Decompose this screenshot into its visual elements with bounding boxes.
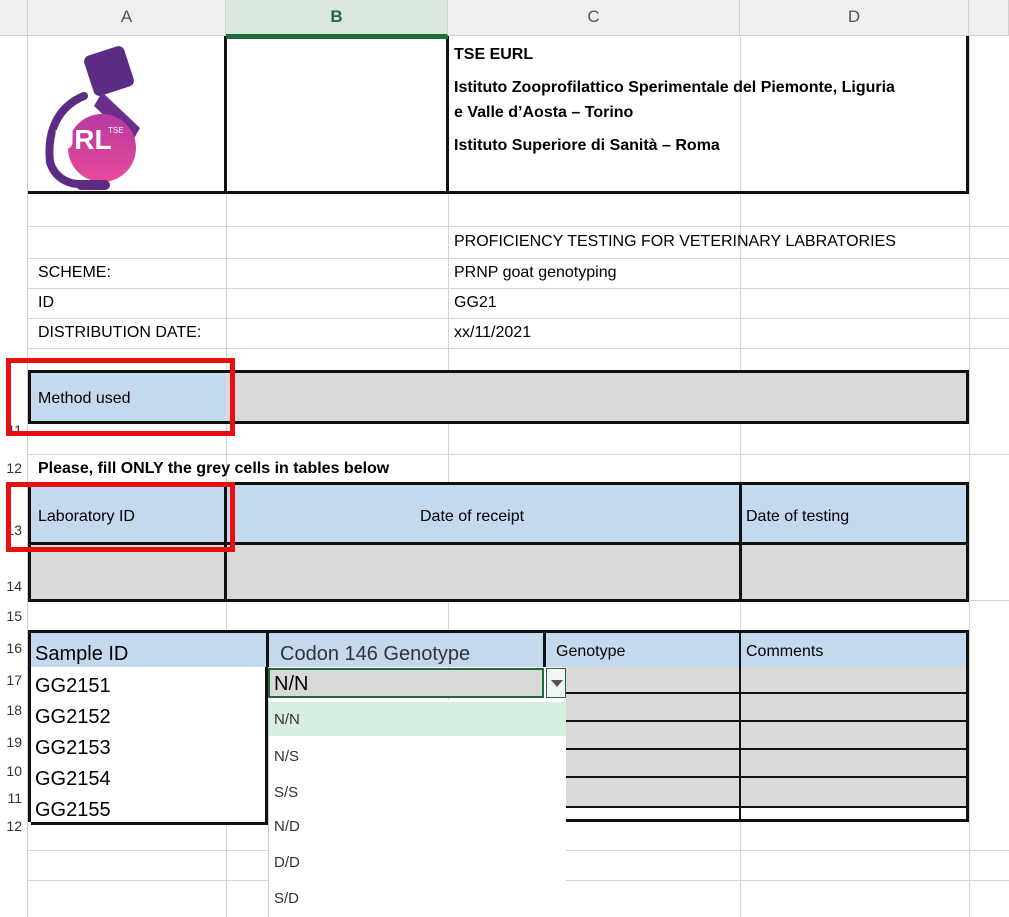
row-number[interactable]: 14	[0, 578, 26, 598]
sample-col-divider	[739, 630, 741, 822]
sample-header-row	[31, 633, 966, 667]
sample-row-line	[566, 748, 969, 750]
org-izs-line2: e Valle d’Aosta – Torino	[454, 104, 634, 121]
comments-header: Comments	[746, 643, 824, 660]
sample-id-cell[interactable]: GG2151	[35, 675, 111, 698]
corner-header[interactable]	[0, 0, 28, 36]
logo-superscript: TSE	[108, 126, 124, 135]
sample-id-cell[interactable]: GG2152	[35, 706, 111, 729]
row-number[interactable]	[0, 848, 26, 868]
gridline	[28, 348, 1009, 349]
sample-id-header: Sample ID	[35, 643, 129, 665]
sample-id-cell[interactable]: GG2153	[35, 737, 111, 760]
row-number[interactable]: 11	[0, 790, 26, 810]
row-number[interactable]: 10	[0, 763, 26, 783]
sample-id-cell[interactable]: GG2154	[35, 768, 111, 791]
column-header-a[interactable]: A	[28, 0, 226, 36]
dropdown-arrow-button[interactable]	[546, 668, 566, 698]
date-receipt-header: Date of receipt	[420, 508, 525, 525]
dropdown-option[interactable]: N/N	[268, 702, 566, 736]
dropdown-option-label: D/D	[274, 854, 300, 871]
dropdown-option[interactable]: N/S	[268, 738, 566, 772]
proficiency-title: PROFICIENCY TESTING FOR VETERINARY LABRA…	[454, 233, 896, 250]
codon146-selected-value[interactable]: N/N	[274, 673, 308, 696]
sample-row-line	[566, 692, 969, 694]
id-label: ID	[38, 294, 54, 311]
column-header-b[interactable]: B	[226, 0, 448, 36]
column-header-c[interactable]: C	[448, 0, 740, 36]
row-number[interactable]: 16	[0, 640, 26, 660]
codon146-header: Codon 146 Genotype	[280, 643, 471, 665]
column-header-e[interactable]	[969, 0, 1009, 36]
row-number[interactable]: 19	[0, 734, 26, 754]
header-tick-1	[266, 633, 269, 667]
dropdown-option-label: S/D	[274, 890, 300, 907]
dropdown-option-label: N/S	[274, 748, 300, 765]
dropdown-option[interactable]: S/S	[268, 774, 566, 808]
lab-col-divider-2	[739, 482, 742, 602]
distribution-date-label: DISTRIBUTION DATE:	[38, 324, 202, 341]
date-testing-header: Date of testing	[746, 508, 850, 525]
header-divider-c	[446, 36, 449, 194]
gridline	[969, 36, 970, 917]
scheme-value[interactable]: PRNP goat genotyping	[454, 264, 616, 282]
gridline	[28, 318, 1009, 319]
row-number[interactable]: 15	[0, 608, 26, 628]
org-tse-eurl: TSE EURL	[454, 46, 534, 63]
row-number[interactable]: 12	[0, 818, 26, 838]
header-divider-b	[224, 36, 227, 194]
gridline	[28, 454, 1009, 455]
sample-row-line	[566, 776, 969, 778]
gridline	[28, 226, 1009, 227]
selected-cell-b1[interactable]	[226, 36, 448, 39]
scheme-label: SCHEME:	[38, 264, 111, 281]
eurl-logo	[36, 44, 156, 192]
row-number[interactable]: 12	[0, 460, 26, 480]
sample-row-line	[566, 806, 969, 808]
dropdown-option[interactable]: D/D	[268, 846, 566, 880]
org-izs-line1: Istituto Zooprofilattico Sperimentale de…	[454, 79, 895, 96]
genotype-input-area[interactable]	[566, 667, 966, 807]
codon146-active-cell[interactable]	[268, 668, 544, 698]
row-number[interactable]: 18	[0, 702, 26, 722]
id-value[interactable]: GG21	[454, 294, 497, 312]
sample-row-line	[566, 720, 969, 722]
distribution-date-value[interactable]: xx/11/2021	[454, 324, 531, 342]
column-header-d[interactable]: D	[740, 0, 969, 36]
lab-input-row[interactable]	[31, 545, 966, 599]
header-tick-2	[543, 633, 546, 667]
dropdown-option-label: S/S	[274, 784, 299, 801]
org-iss: Istituto Superiore di Sanità – Roma	[454, 137, 720, 154]
dropdown-option[interactable]: S/D	[268, 882, 566, 916]
method-highlight-box	[6, 358, 235, 436]
instruction-text: Please, fill ONLY the grey cells in tabl…	[38, 460, 390, 477]
gridline	[28, 288, 1009, 289]
dropdown-option-label: N/D	[274, 818, 300, 835]
row-number[interactable]: 17	[0, 672, 26, 692]
genotype-header: Genotype	[556, 643, 626, 660]
sample-id-cell[interactable]: GG2155	[35, 799, 111, 822]
dropdown-option-label: N/N	[274, 711, 300, 728]
logo-text: URL	[54, 124, 112, 155]
lab-id-highlight-box	[6, 482, 235, 552]
eurl-logo-graphic	[45, 46, 140, 190]
chevron-down-icon	[551, 680, 563, 687]
dropdown-option[interactable]: N/D	[268, 810, 566, 844]
gridline	[28, 258, 1009, 259]
